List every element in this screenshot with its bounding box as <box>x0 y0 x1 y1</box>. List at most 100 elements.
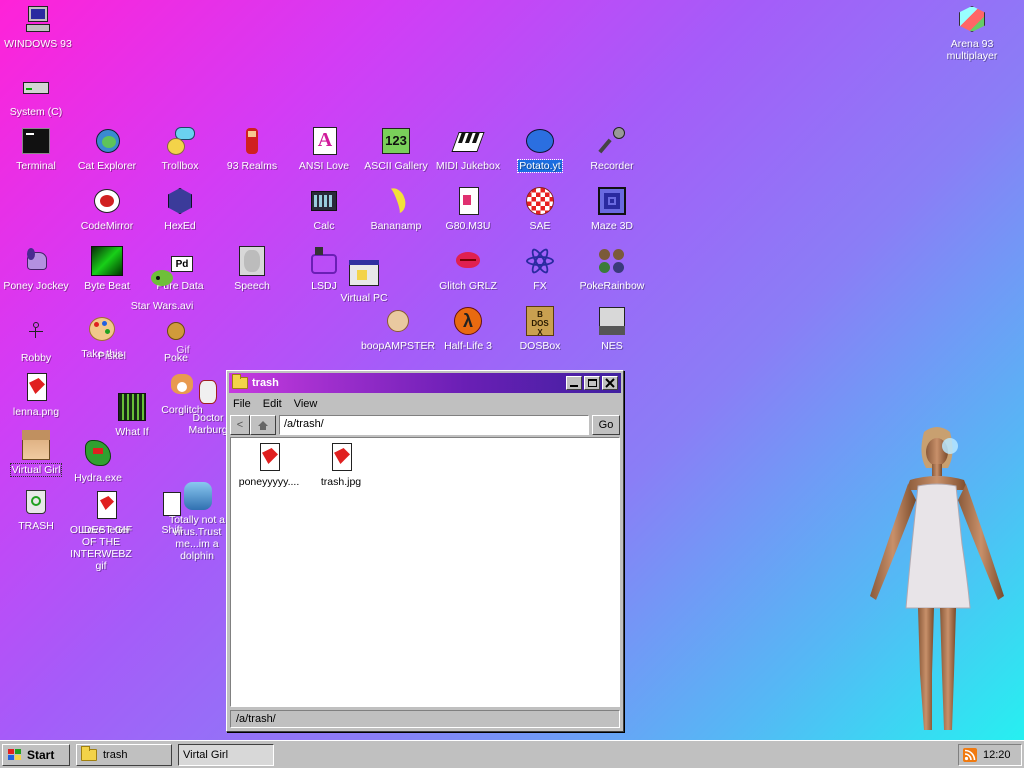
speech-face-icon <box>235 246 269 278</box>
start-button[interactable]: Start <box>2 743 70 766</box>
close-button[interactable] <box>602 376 618 390</box>
pokerainbow-icon <box>595 246 629 278</box>
icon-oldest-gif[interactable]: OLDEST GIF OF THE INTERWEBZ gif <box>64 510 138 572</box>
icon-robby[interactable]: Robby <box>0 318 72 364</box>
icon-poney-jockey[interactable]: Poney Jockey <box>0 246 72 292</box>
icon-nes[interactable]: NES <box>576 306 648 352</box>
icon-cat-explorer[interactable]: Cat Explorer <box>71 126 143 172</box>
icon-bananamp[interactable]: Bananamp <box>360 185 432 232</box>
banana-icon <box>379 185 413 218</box>
icon-label: Trollbox <box>161 160 199 172</box>
icon-fx[interactable]: FX <box>504 246 576 292</box>
file-item[interactable]: trash.jpg <box>305 442 377 488</box>
icon-sae[interactable]: SAE <box>504 186 576 232</box>
go-button[interactable]: Go <box>592 415 620 435</box>
icon-label: Cat Explorer <box>77 160 137 172</box>
icon-calc[interactable]: Calc <box>288 186 360 232</box>
icon-label: ANSI Love <box>298 160 350 172</box>
pony-icon <box>19 246 53 278</box>
icon-star-wars[interactable]: Star Wars.avi <box>126 266 198 312</box>
icon-terminal[interactable]: Terminal <box>0 126 72 172</box>
icon-system-c[interactable]: System (C) <box>0 72 72 118</box>
home-button[interactable] <box>250 415 276 435</box>
hydra-icon <box>81 438 115 470</box>
icon-label: Totally not a virus.Trust me...im a dolp… <box>168 514 226 562</box>
icon-g80-m3u[interactable]: G80.M3U <box>432 186 504 232</box>
icon-label: 93 Realms <box>226 160 278 172</box>
icon-label: CodeMirror <box>80 220 134 232</box>
arena-cube-icon <box>955 4 989 36</box>
what-if-icon <box>115 392 149 424</box>
address-input[interactable]: /a/trash/ <box>279 415 589 435</box>
cat-explorer-icon <box>90 126 124 158</box>
task-label: trash <box>103 748 128 761</box>
icon-speech[interactable]: Speech <box>216 246 288 292</box>
icon-label: Byte Beat <box>84 280 130 292</box>
stickman-icon <box>19 318 53 350</box>
icon-ascii-gallery[interactable]: 123 ASCII Gallery <box>360 126 432 172</box>
icon-midi-jukebox[interactable]: MIDI Jukebox <box>432 126 504 172</box>
rss-icon[interactable] <box>963 747 977 762</box>
status-bar: /a/trash/ <box>230 710 620 728</box>
icon-label: What If <box>115 426 149 438</box>
file-item[interactable]: poneyyyyy.... <box>233 442 305 488</box>
icon-gif[interactable]: Gif <box>158 332 208 356</box>
icon-piskel[interactable]: Piskel <box>76 336 148 362</box>
icon-label: HexEd <box>164 220 196 232</box>
trash-window[interactable]: trash File Edit View < /a/trash/ Go pone… <box>226 370 624 732</box>
icon-recorder[interactable]: Recorder <box>576 126 648 172</box>
icon-arena-93[interactable]: Arena 93 multiplayer <box>934 4 1010 62</box>
image-file-icon <box>19 372 53 404</box>
folder-icon <box>232 374 248 389</box>
icon-lenna-png[interactable]: lenna.png <box>0 372 72 418</box>
icon-ansi-love[interactable]: A ANSI Love <box>288 126 360 172</box>
menu-edit[interactable]: Edit <box>263 398 282 410</box>
icon-hexed[interactable]: HexEd <box>144 186 216 232</box>
recycle-bin-icon <box>19 486 53 518</box>
icon-label: System (C) <box>9 106 63 118</box>
icon-windows-93[interactable]: WINDOWS 93 <box>2 4 74 50</box>
image-file-icon <box>324 442 358 474</box>
task-virtual-girl[interactable]: Virtal Girl <box>178 743 274 766</box>
icon-93-realms[interactable]: 93 Realms <box>216 126 288 172</box>
window-title: trash <box>252 377 279 389</box>
icon-dosbox[interactable]: B DOS X DOSBox <box>504 306 576 352</box>
icon-trash[interactable]: TRASH <box>0 486 72 532</box>
icon-codemirror[interactable]: CodeMirror <box>71 186 143 232</box>
atom-icon <box>523 246 557 278</box>
icon-label: TRASH <box>18 520 54 532</box>
icon-label: MIDI Jukebox <box>435 160 501 172</box>
icon-dolphin[interactable]: Totally not a virus.Trust me...im a dolp… <box>162 480 232 562</box>
hamster-icon <box>381 306 415 338</box>
taskbar: Start trash Virtal Girl 12:20 <box>0 740 1024 768</box>
icon-pokerainbow[interactable]: PokeRainbow <box>576 246 648 292</box>
nes-icon <box>595 306 629 338</box>
window-titlebar[interactable]: trash <box>229 373 621 393</box>
icon-trollbox[interactable]: Trollbox <box>144 126 216 172</box>
start-label: Start <box>27 747 55 762</box>
virtual-girl-figure[interactable] <box>862 424 1012 740</box>
codemirror-icon <box>90 186 124 218</box>
menu-bar: File Edit View <box>227 395 623 413</box>
icon-half-life-3[interactable]: λ Half-Life 3 <box>432 306 504 352</box>
minimize-button[interactable] <box>566 376 582 390</box>
icon-hydra-exe[interactable]: Hydra.exe <box>62 438 134 484</box>
back-button[interactable]: < <box>230 415 250 435</box>
microphone-icon <box>595 126 629 158</box>
icon-maze-3d[interactable]: Maze 3D <box>576 186 648 232</box>
menu-file[interactable]: File <box>233 398 251 410</box>
menu-view[interactable]: View <box>294 398 318 410</box>
maximize-icon <box>588 379 597 387</box>
icon-label: Terminal <box>16 160 56 172</box>
icon-virtual-pc[interactable]: Virtual PC <box>328 258 400 304</box>
maximize-button[interactable] <box>584 376 600 390</box>
icon-potato-yt[interactable]: Potato.yt <box>504 126 576 173</box>
file-pane: poneyyyyy.... trash.jpg <box>230 437 620 707</box>
icon-glitch-grlz[interactable]: Glitch GRLZ <box>432 246 504 292</box>
task-trash[interactable]: trash <box>76 743 172 766</box>
dosbox-icon: B DOS X <box>523 306 557 338</box>
trollbox-icon <box>163 126 197 158</box>
icon-label: Virtual PC <box>340 292 388 304</box>
folder-icon <box>81 745 97 761</box>
icon-label: lenna.png <box>12 406 60 418</box>
